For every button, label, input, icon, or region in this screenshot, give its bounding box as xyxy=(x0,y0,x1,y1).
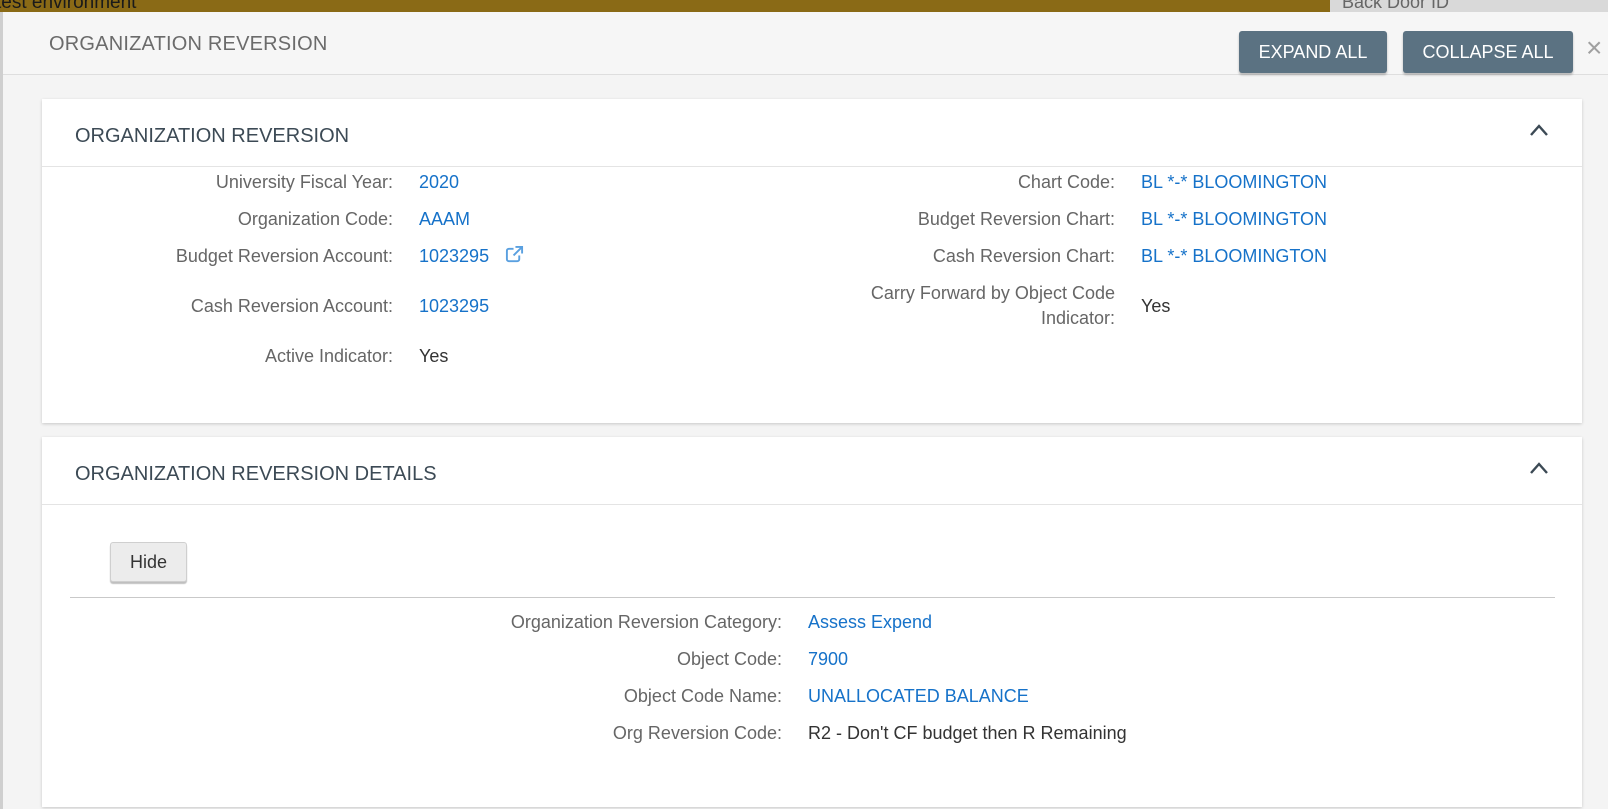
cash-reversion-account-label: Cash Reversion Account: xyxy=(190,296,393,316)
modal-header: ORGANIZATION REVERSION EXPAND ALL COLLAP… xyxy=(3,12,1608,75)
budget-reversion-chart-label: Budget Reversion Chart: xyxy=(917,209,1115,229)
back-door-id-label: Back Door ID xyxy=(1342,0,1450,12)
carry-forward-value: Yes xyxy=(1141,296,1171,316)
chart-code-link[interactable]: BL *-* BLOOMINGTON xyxy=(1141,170,1327,195)
budget-reversion-chart-link[interactable]: BL *-* BLOOMINGTON xyxy=(1141,207,1327,232)
active-indicator-label: Active Indicator: xyxy=(264,346,393,366)
cash-reversion-chart-label: Cash Reversion Chart: xyxy=(932,246,1115,266)
organization-reversion-panel: ORGANIZATION REVERSION University Fiscal… xyxy=(42,99,1582,423)
carry-forward-label-line2: Indicator: xyxy=(1040,308,1115,328)
panel-header: ORGANIZATION REVERSION DETAILS xyxy=(42,437,1582,505)
environment-banner: test environment xyxy=(0,0,1330,12)
external-link-icon[interactable] xyxy=(505,245,524,264)
environment-banner-text: test environment xyxy=(0,0,137,12)
panel-header: ORGANIZATION REVERSION xyxy=(42,99,1582,167)
panel-title: ORGANIZATION REVERSION DETAILS xyxy=(75,463,437,485)
divider xyxy=(70,597,1555,598)
fiscal-year-link[interactable]: 2020 xyxy=(419,170,459,195)
panel-title: ORGANIZATION REVERSION xyxy=(75,125,350,147)
object-code-label: Object Code: xyxy=(676,649,782,669)
organization-reversion-modal: ORGANIZATION REVERSION EXPAND ALL COLLAP… xyxy=(3,12,1608,809)
fiscal-year-label: University Fiscal Year: xyxy=(215,172,393,192)
budget-reversion-account-link[interactable]: 1023295 xyxy=(419,244,489,269)
chevron-up-icon[interactable] xyxy=(1529,461,1549,475)
organization-reversion-details-panel: ORGANIZATION REVERSION DETAILS Hide Orga… xyxy=(42,437,1582,807)
hide-button[interactable]: Hide xyxy=(110,542,187,582)
budget-reversion-account-label: Budget Reversion Account: xyxy=(175,246,393,266)
chevron-up-icon[interactable] xyxy=(1529,123,1549,137)
reversion-category-link[interactable]: Assess Expend xyxy=(808,610,932,635)
modal-title: ORGANIZATION REVERSION xyxy=(49,33,328,55)
cash-reversion-chart-link[interactable]: BL *-* BLOOMINGTON xyxy=(1141,244,1327,269)
object-code-name-link[interactable]: UNALLOCATED BALANCE xyxy=(808,684,1029,709)
reversion-category-label: Organization Reversion Category: xyxy=(510,612,782,632)
object-code-name-label: Object Code Name: xyxy=(623,686,782,706)
active-indicator-value: Yes xyxy=(419,346,449,366)
chart-code-label: Chart Code: xyxy=(1017,172,1115,192)
org-reversion-code-value: R2 - Don't CF budget then R Remaining xyxy=(808,723,1127,743)
org-reversion-code-label: Org Reversion Code: xyxy=(612,723,782,743)
expand-all-button[interactable]: EXPAND ALL xyxy=(1239,31,1387,73)
collapse-all-button[interactable]: COLLAPSE ALL xyxy=(1403,31,1573,73)
org-code-label: Organization Code: xyxy=(237,209,393,229)
org-code-link[interactable]: AAAM xyxy=(419,207,470,232)
close-icon[interactable]: × xyxy=(1586,34,1602,62)
cash-reversion-account-link[interactable]: 1023295 xyxy=(419,294,489,319)
object-code-link[interactable]: 7900 xyxy=(808,647,848,672)
back-door-id-field: Back Door ID xyxy=(1330,0,1608,12)
carry-forward-label-line1: Carry Forward by Object Code xyxy=(870,283,1115,303)
